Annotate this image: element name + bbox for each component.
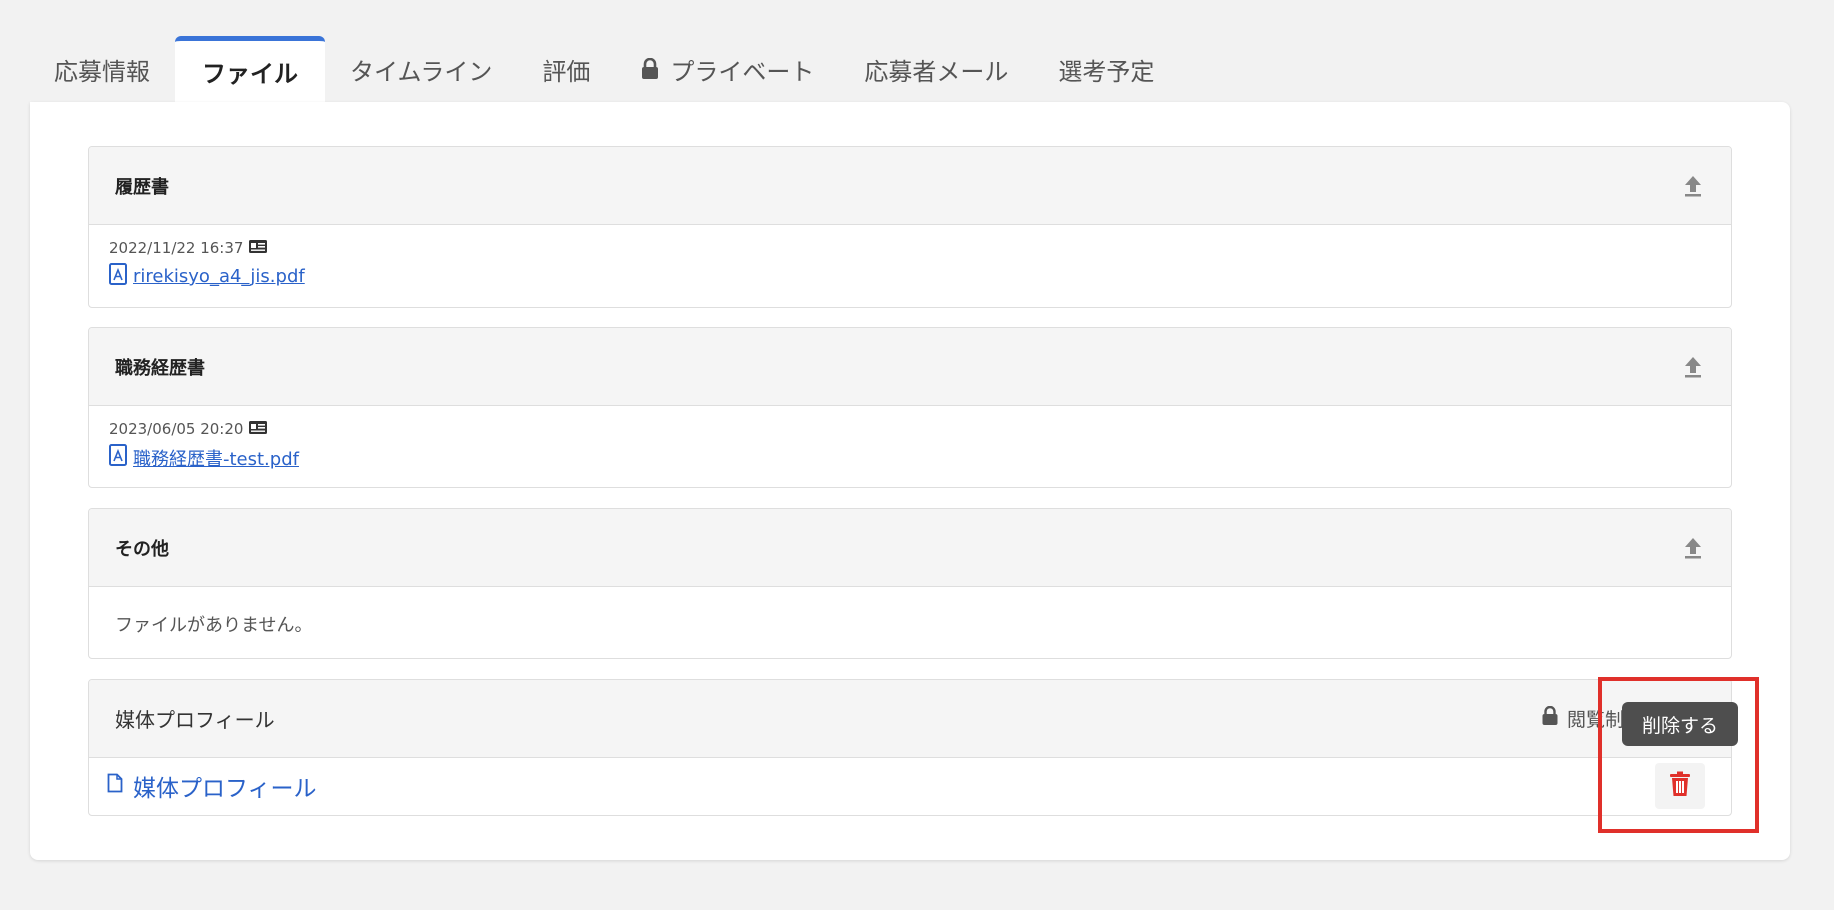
upload-icon[interactable]: [1683, 536, 1703, 560]
delete-button[interactable]: [1655, 763, 1705, 809]
panel-header: 職務経歴書: [89, 328, 1731, 406]
panel-body: ファイルがありません。: [89, 587, 1731, 658]
upload-icon[interactable]: [1683, 174, 1703, 198]
tab-applicant-mail[interactable]: 応募者メール: [839, 36, 1033, 102]
file-link[interactable]: rirekisyo_a4_jis.pdf: [109, 263, 1711, 290]
id-card-icon: [249, 239, 268, 257]
tab-label: ファイル: [202, 60, 298, 88]
panel-body: 媒体プロフィール: [89, 758, 1731, 814]
work-history-panel: 職務経歴書 2023/06/05 20:20 職務経歴書-test.pdf: [88, 327, 1732, 488]
panel-body: 2023/06/05 20:20 職務経歴書-test.pdf: [89, 406, 1731, 485]
panel-title: 職務経歴書: [115, 357, 205, 379]
tab-files[interactable]: ファイル: [175, 36, 325, 102]
pdf-file-icon: [109, 444, 127, 471]
file-link[interactable]: 職務経歴書-test.pdf: [109, 444, 1711, 471]
tab-private[interactable]: プライベート: [615, 36, 839, 102]
tab-bar: 応募情報 ファイル タイムライン 評価 プライベート 応募者メール 選考予定: [30, 36, 1179, 102]
media-profile-link[interactable]: 媒体プロフィール: [107, 769, 317, 803]
panel-header: 履歴書: [89, 147, 1731, 225]
lock-icon: [1541, 705, 1559, 731]
tab-label: プライベート: [670, 57, 815, 86]
trash-icon: [1669, 771, 1691, 801]
lock-icon: [640, 58, 660, 80]
panel-title: 履歴書: [115, 176, 169, 198]
panel-header: 媒体プロフィール 閲覧制限: [89, 680, 1731, 758]
panel-title: 媒体プロフィール: [115, 708, 275, 732]
pdf-file-icon: [109, 263, 127, 290]
id-card-icon: [249, 420, 268, 438]
tab-label: 評価: [542, 57, 591, 86]
tab-application-info[interactable]: 応募情報: [30, 36, 175, 102]
upload-icon[interactable]: [1683, 355, 1703, 379]
file-icon: [107, 773, 123, 799]
delete-tooltip: 削除する: [1622, 702, 1738, 746]
panel-header: その他: [89, 509, 1731, 587]
tab-timeline[interactable]: タイムライン: [325, 36, 517, 102]
tab-label: 応募者メール: [864, 57, 1009, 86]
upload-date: 2022/11/22 16:37: [109, 239, 244, 257]
file-date: 2023/06/05 20:20: [109, 420, 1711, 438]
panel-body: 2022/11/22 16:37 rirekisyo_a4_jis.pdf: [89, 225, 1731, 304]
file-date: 2022/11/22 16:37: [109, 239, 1711, 257]
tab-evaluation[interactable]: 評価: [517, 36, 615, 102]
resume-panel: 履歴書 2022/11/22 16:37 rirekisyo_a4_jis.pd…: [88, 146, 1732, 308]
tooltip-text: 削除する: [1641, 714, 1718, 737]
tab-schedule[interactable]: 選考予定: [1033, 36, 1179, 102]
tab-label: 応募情報: [54, 57, 150, 86]
file-name: rirekisyo_a4_jis.pdf: [133, 266, 305, 287]
link-label: 媒体プロフィール: [133, 776, 317, 802]
other-panel: その他 ファイルがありません。: [88, 508, 1732, 659]
upload-date: 2023/06/05 20:20: [109, 420, 244, 438]
tab-label: 選考予定: [1058, 57, 1155, 86]
panel-title: その他: [115, 538, 169, 560]
empty-message: ファイルがありません。: [115, 615, 313, 636]
tab-label: タイムライン: [350, 57, 493, 86]
file-name: 職務経歴書-test.pdf: [133, 448, 299, 470]
media-profile-panel: 媒体プロフィール 閲覧制限 媒体プロフィール: [88, 679, 1732, 816]
